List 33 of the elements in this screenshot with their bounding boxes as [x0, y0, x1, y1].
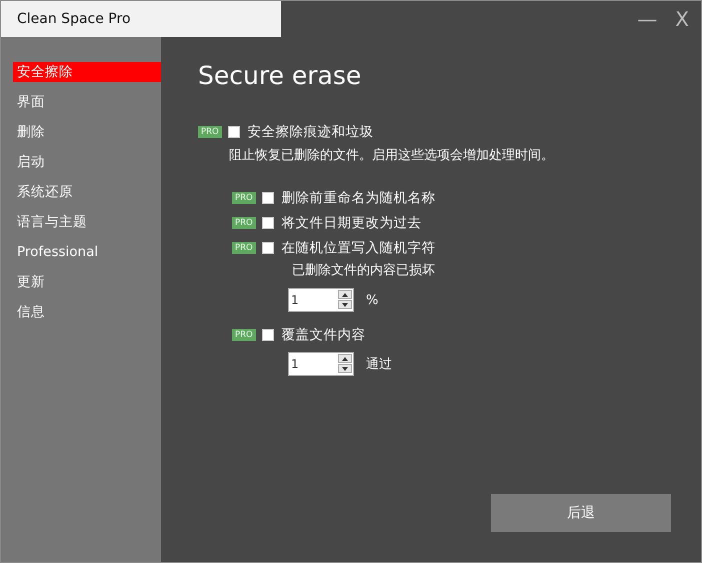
unit-label: % — [366, 292, 378, 308]
sidebar-item[interactable]: 语言与主题 — [13, 212, 161, 232]
page-heading: Secure erase — [198, 61, 362, 92]
checkbox[interactable] — [262, 217, 274, 229]
option-label: 将文件日期更改为过去 — [282, 214, 422, 232]
sidebar-item[interactable]: 更新 — [13, 272, 161, 292]
checkbox[interactable] — [262, 329, 274, 341]
pro-badge: PRO — [198, 126, 222, 138]
option-label: 安全擦除痕迹和垃圾 — [248, 123, 374, 141]
pro-badge: PRO — [232, 242, 256, 254]
pro-badge: PRO — [232, 329, 256, 341]
checkbox[interactable] — [228, 126, 240, 138]
back-button[interactable]: 后退 — [491, 494, 671, 532]
sidebar-item[interactable]: 启动 — [13, 152, 161, 172]
sidebar-item[interactable]: 系统还原 — [13, 182, 161, 202]
checkbox[interactable] — [262, 192, 274, 204]
option-label: 覆盖文件内容 — [282, 326, 366, 344]
sidebar-item[interactable]: 安全擦除 — [13, 62, 161, 82]
sidebar-item[interactable]: 信息 — [13, 302, 161, 322]
note-text: 已删除文件的内容已损坏 — [292, 262, 436, 279]
unit-label: 通过 — [366, 356, 392, 373]
close-button[interactable]: X — [673, 7, 691, 31]
pro-badge: PRO — [232, 192, 256, 204]
checkbox[interactable] — [262, 242, 274, 254]
option-label: 在随机位置写入随机字符 — [282, 239, 436, 257]
window-title: Clean Space Pro — [1, 1, 281, 37]
description-text: 阻止恢复已删除的文件。启用这些选项会增加处理时间。 — [229, 147, 555, 164]
sidebar-item[interactable]: Professional — [13, 242, 161, 262]
sidebar-item[interactable]: 删除 — [13, 122, 161, 142]
sidebar-item[interactable]: 界面 — [13, 92, 161, 112]
pro-badge: PRO — [232, 217, 256, 229]
minimize-button[interactable]: — — [635, 7, 660, 31]
option-label: 删除前重命名为随机名称 — [282, 189, 436, 207]
